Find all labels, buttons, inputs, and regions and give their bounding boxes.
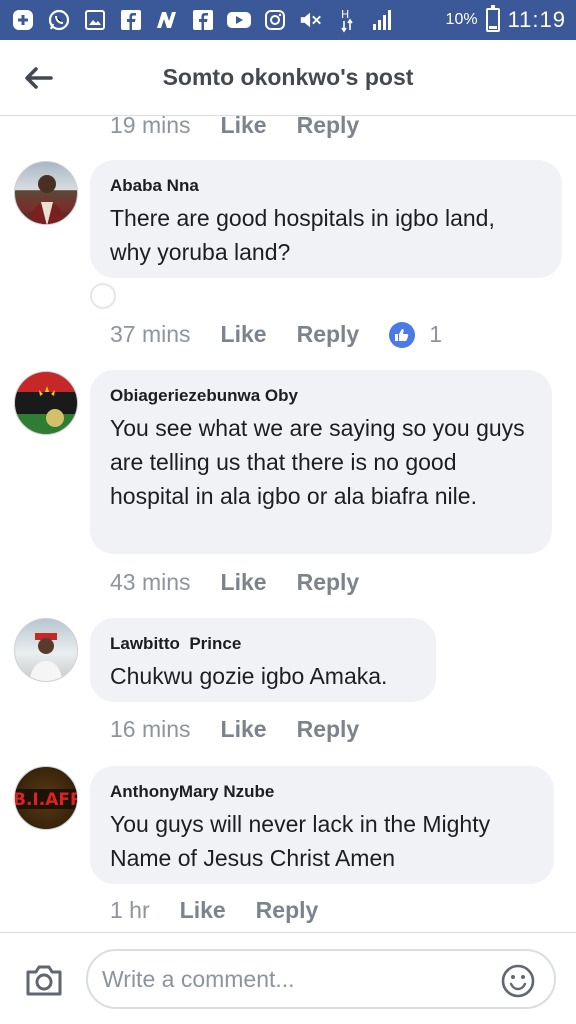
facebook-icon [118,7,144,33]
avatar[interactable] [14,618,78,682]
comment-text: Chukwu gozie igbo Amaka. [110,663,388,689]
thumbs-up-icon [389,321,416,348]
reaction-summary[interactable]: 1 [389,321,442,348]
clock: 11:19 [507,7,566,32]
reply-button[interactable]: Reply [297,321,360,348]
comment-author[interactable]: AnthonyMary Nzube [110,782,534,802]
notification-icons: H [10,7,396,33]
reply-button[interactable]: Reply [256,897,319,924]
comment-meta: 19 mins Like Reply [110,112,389,139]
emoji-icon[interactable] [500,963,536,999]
mute-icon [298,7,324,33]
camera-button[interactable] [22,963,66,999]
battery-percent: 10% [445,11,478,28]
person-photo [29,175,65,224]
battery-icon [485,5,500,32]
like-button[interactable]: Like [221,321,267,348]
post-header: Somto okonkwo's post [0,40,576,116]
like-button[interactable]: Like [221,112,267,139]
comment-bubble[interactable]: Lawbitto Prince Chukwu gozie igbo Amaka. [90,618,436,702]
plus-icon [10,7,36,33]
reaction-count: 1 [429,321,443,347]
comment-meta: 43 mins Like Reply [110,569,389,596]
page-title: Somto okonkwo's post [162,64,414,90]
reply-button[interactable]: Reply [297,569,360,596]
person-photo [29,633,63,681]
comment-time[interactable]: 43 mins [110,569,191,596]
avatar[interactable]: B.I.AFR [14,766,78,830]
like-button[interactable]: Like [221,716,267,743]
biafra-logo-image: B.I.AFR [15,789,78,810]
comment-time[interactable]: 16 mins [110,716,191,743]
like-button[interactable]: Like [221,569,267,596]
comment-input[interactable]: Write a comment... [86,949,556,1009]
comment-bubble[interactable]: Obiageriezebunwa Oby You see what we are… [90,370,552,554]
comment-text: You see what we are saying so you guys a… [110,415,525,509]
comment-time[interactable]: 19 mins [110,112,191,139]
comment-placeholder: Write a comment... [102,965,295,992]
youtube-icon [226,7,252,33]
comment-author[interactable]: Lawbitto Prince [110,634,416,654]
instagram-icon [262,7,288,33]
biafra-flag-image [15,372,77,434]
typing-indicator-ring [90,283,116,309]
reply-button[interactable]: Reply [297,112,360,139]
status-bar: H 10% 11:19 [0,0,576,40]
reply-button[interactable]: Reply [297,716,360,743]
avatar[interactable] [14,161,78,225]
comment-time[interactable]: 37 mins [110,321,191,348]
camera-icon [26,965,62,996]
data-icon: H [334,7,360,33]
comment-time[interactable]: 1 hr [110,897,150,924]
comment-bubble[interactable]: Ababa Nna There are good hospitals in ig… [90,160,562,278]
comment-text: There are good hospitals in igbo land, w… [110,205,495,265]
svg-text:H: H [341,8,349,21]
gallery-icon [82,7,108,33]
news-icon [154,7,180,33]
comment-composer: Write a comment... [0,932,576,1024]
comment-bubble[interactable]: AnthonyMary Nzube You guys will never la… [90,766,554,884]
avatar[interactable] [14,371,78,435]
signal-icon [370,7,396,33]
whatsapp-icon [46,7,72,33]
comment-author[interactable]: Ababa Nna [110,176,542,196]
comment-text: You guys will never lack in the Mighty N… [110,811,491,871]
comment-author[interactable]: Obiageriezebunwa Oby [110,386,532,406]
avatar-logo-text: B.I.AFR [15,790,78,810]
like-button[interactable]: Like [180,897,226,924]
facebook-icon [190,7,216,33]
comment-meta: 1 hr Like Reply [110,897,348,924]
comment-meta: 37 mins Like Reply 1 [110,321,442,348]
comment-meta: 16 mins Like Reply [110,716,389,743]
